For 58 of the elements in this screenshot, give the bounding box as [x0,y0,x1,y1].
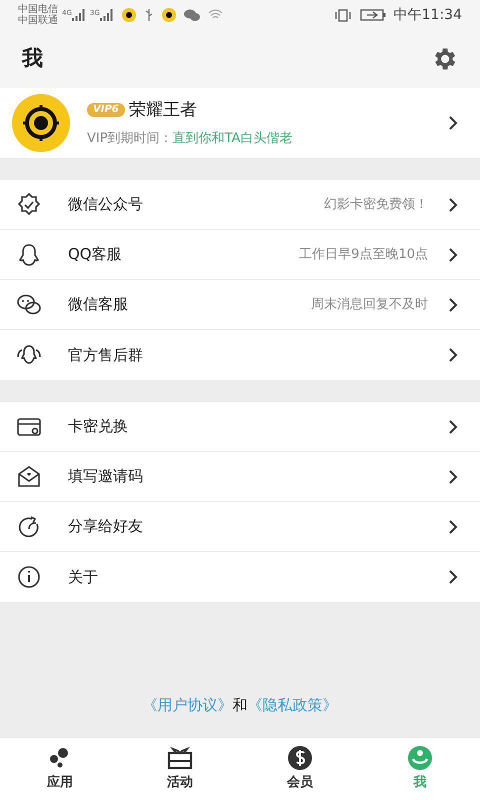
chat-bubbles-icon [16,292,42,318]
expiry-value: 直到你和TA白头偕老 [172,130,292,148]
menu-item[interactable]: 卡密兑换 [0,402,480,452]
menu-item[interactable]: QQ客服 工作日早9点至晚10点 [0,230,480,280]
menu-item[interactable]: 微信公众号 幻影卡密免费领！ [0,180,480,230]
info-icon [16,564,42,590]
chevron-icon [448,296,458,312]
battery-icon [360,9,386,21]
menu-hint: 周末消息回复不及时 [311,296,428,314]
menu-item[interactable]: 分享给好友 [0,502,480,552]
vibrate-icon [334,8,352,22]
app-icon [162,8,176,22]
envelope-icon [16,464,42,490]
app-icon [122,8,136,22]
carrier-name: 中国联通 [18,15,58,26]
chevron-icon [448,518,458,534]
chevron-icon [448,468,458,484]
gift-icon [167,745,193,772]
penguin-icon [16,242,42,268]
page-title: 我 [22,45,43,72]
signal-icon [72,9,86,21]
menu-item[interactable]: 微信客服 周末消息回复不及时 [0,280,480,330]
menu-item[interactable]: 填写邀请码 [0,452,480,502]
chevron-icon [448,569,458,585]
menu-item[interactable]: 关于 [0,552,480,602]
menu-label: 微信客服 [68,294,128,316]
profile-icon [407,745,433,772]
avatar-icon [12,94,70,152]
profile-card[interactable]: VIP6 荣耀王者 VIP到期时间：直到你和TA白头偕老 [0,88,480,158]
menu-hint: 工作日早9点至晚10点 [299,246,428,264]
dollar-coin-icon [287,745,313,772]
carrier-name: 中国电信 [18,4,58,15]
nav-tab[interactable]: 应用 [0,738,120,800]
chevron-icon [448,347,458,363]
menu-hint: 幻影卡密免费领！ [324,196,428,214]
nav-tab[interactable]: 会员 [240,738,360,800]
menu-label: 分享给好友 [68,516,143,538]
chevron-icon [448,196,458,212]
chevron-icon [448,115,458,131]
menu-label: 填写邀请码 [68,466,143,488]
menu-label: 官方售后群 [68,344,143,366]
menu-label: 微信公众号 [68,194,143,216]
wifi-icon [208,9,223,21]
chevron-icon [448,418,458,434]
menu-label: 关于 [68,566,98,588]
wechat-icon [184,8,200,22]
signal-icon [100,9,114,21]
menu-label: 卡密兑换 [68,416,128,438]
badge-icon [16,192,42,218]
footer-text: 和 [232,694,248,716]
nav-tab[interactable]: 活动 [120,738,240,800]
expiry-label: VIP到期时间： [87,130,173,148]
status-time: 中午11:34 [394,6,462,24]
user-name: 荣耀王者 [128,98,197,122]
menu-item[interactable]: 官方售后群 [0,330,480,380]
vip-badge: VIP6 [87,103,125,118]
chevron-icon [448,246,458,262]
menu-label: QQ客服 [68,244,122,266]
